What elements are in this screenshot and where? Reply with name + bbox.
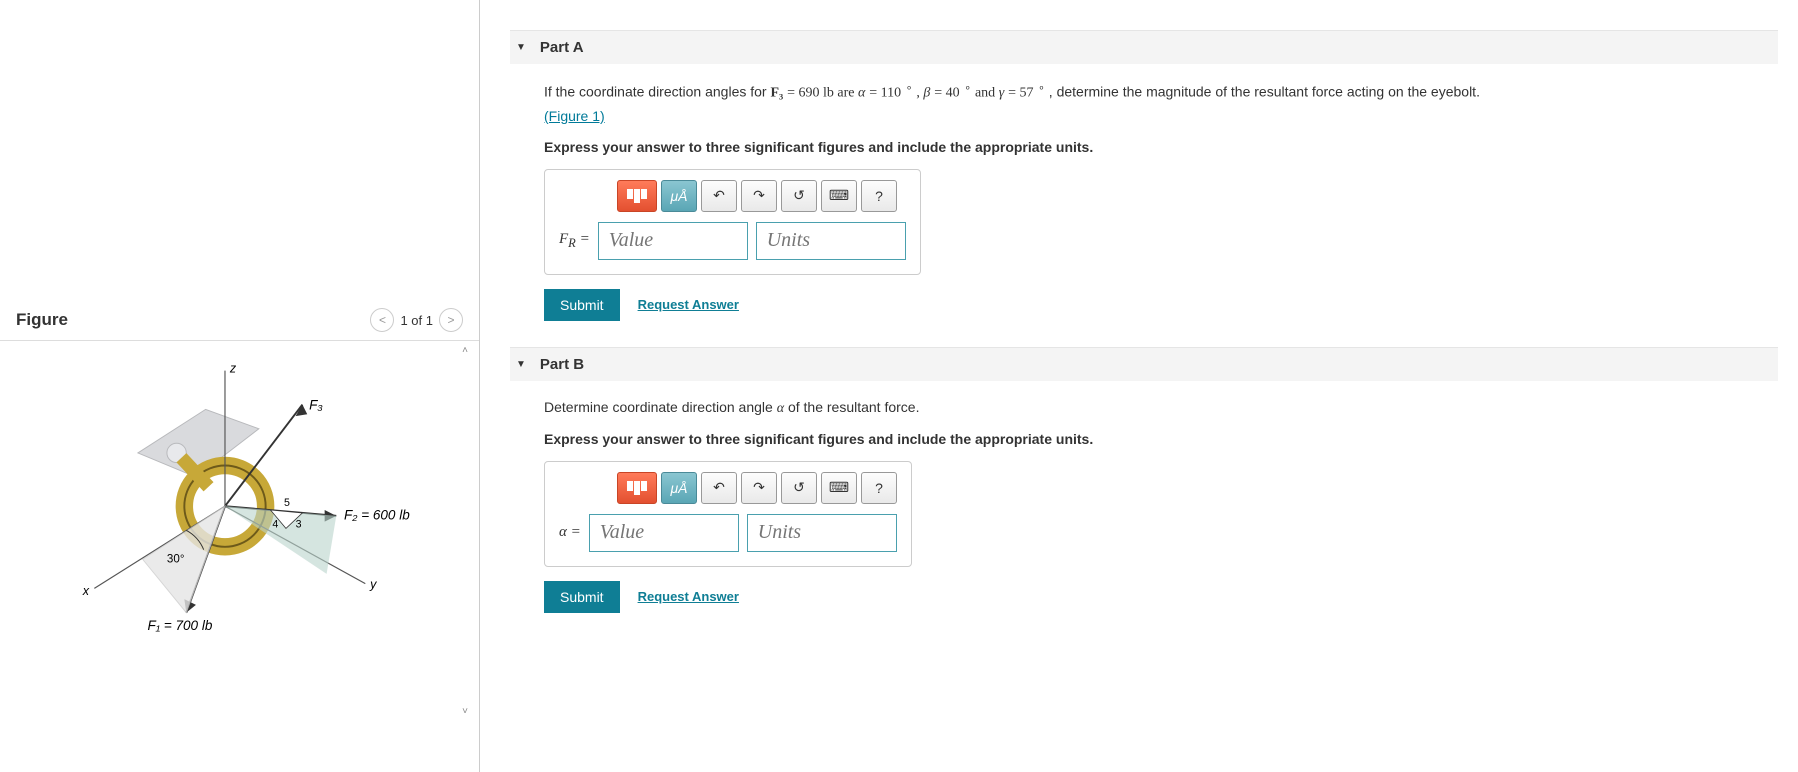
help-button[interactable]: ? (861, 180, 897, 212)
part-a-header[interactable]: ▼ Part A (510, 30, 1778, 64)
caret-down-icon: ▼ (516, 359, 526, 370)
help-button[interactable]: ? (861, 472, 897, 504)
figure-next-button[interactable]: > (439, 308, 463, 332)
figure-panel: Figure < 1 of 1 > z y (0, 0, 480, 772)
part-b: ▼ Part B Determine coordinate direction … (510, 347, 1778, 613)
part-b-title: Part B (540, 356, 584, 373)
figure-header: Figure < 1 of 1 > (0, 300, 479, 341)
figure-nav: < 1 of 1 > (370, 308, 463, 332)
part-a-answer-box: μÅ ↶ ↷ ↺ ⌨ ? FR = (544, 169, 921, 275)
part-b-toolbar: μÅ ↶ ↷ ↺ ⌨ ? (617, 472, 897, 504)
part-a-toolbar: μÅ ↶ ↷ ↺ ⌨ ? (617, 180, 906, 212)
units-symbol-button[interactable]: μÅ (661, 180, 697, 212)
figure-title: Figure (16, 310, 68, 330)
triangle-opp: 3 (296, 518, 302, 530)
figure-scrollbar[interactable]: ˄ ˅ (457, 341, 473, 721)
redo-button[interactable]: ↷ (741, 180, 777, 212)
undo-button[interactable]: ↶ (701, 472, 737, 504)
part-a-question: If the coordinate direction angles for F… (544, 80, 1778, 104)
keyboard-button[interactable]: ⌨ (821, 472, 857, 504)
part-b-request-answer-link[interactable]: Request Answer (638, 589, 739, 604)
reset-button[interactable]: ↺ (781, 472, 817, 504)
part-b-instruction: Express your answer to three significant… (544, 431, 1778, 447)
figure-body: z y x F₃ F₂ = 600 lb 5 4 3 (0, 341, 479, 721)
force-f3-label: F₃ (309, 397, 323, 412)
part-a-submit-button[interactable]: Submit (544, 289, 620, 321)
caret-down-icon: ▼ (516, 42, 526, 53)
scroll-up-icon[interactable]: ˄ (462, 345, 468, 356)
keyboard-button[interactable]: ⌨ (821, 180, 857, 212)
part-b-units-input[interactable] (747, 514, 897, 552)
part-a: ▼ Part A If the coordinate direction ang… (510, 30, 1778, 321)
figure-prev-button[interactable]: < (370, 308, 394, 332)
angle-30-label: 30° (167, 552, 185, 565)
units-symbol-button[interactable]: μÅ (661, 472, 697, 504)
figure-diagram: z y x F₃ F₂ = 600 lb 5 4 3 (20, 361, 459, 661)
part-a-title: Part A (540, 39, 584, 56)
part-b-value-input[interactable] (589, 514, 739, 552)
part-b-header[interactable]: ▼ Part B (510, 347, 1778, 381)
part-b-question: Determine coordinate direction angle α o… (544, 397, 1778, 419)
redo-button[interactable]: ↷ (741, 472, 777, 504)
reset-button[interactable]: ↺ (781, 180, 817, 212)
figure-counter: 1 of 1 (400, 313, 433, 328)
figure-1-link[interactable]: (Figure 1) (544, 108, 605, 124)
part-a-instruction: Express your answer to three significant… (544, 139, 1778, 155)
force-f2-label: F₂ = 600 lb (344, 508, 410, 523)
question-panel: ▼ Part A If the coordinate direction ang… (480, 0, 1798, 772)
undo-button[interactable]: ↶ (701, 180, 737, 212)
axis-z-label: z (229, 362, 237, 376)
part-b-answer-box: μÅ ↶ ↷ ↺ ⌨ ? α = (544, 461, 912, 567)
part-a-units-input[interactable] (756, 222, 906, 260)
axis-y-label: y (369, 577, 377, 591)
templates-button[interactable] (617, 472, 657, 504)
part-b-submit-button[interactable]: Submit (544, 581, 620, 613)
part-a-request-answer-link[interactable]: Request Answer (638, 297, 739, 312)
triangle-adj: 4 (272, 518, 278, 530)
part-a-value-input[interactable] (598, 222, 748, 260)
triangle-hyp: 5 (284, 497, 290, 509)
templates-button[interactable] (617, 180, 657, 212)
scroll-down-icon[interactable]: ˅ (462, 706, 468, 717)
part-b-var-label: α = (559, 524, 581, 541)
force-f1-label: F₁ = 700 lb (148, 618, 213, 633)
part-a-var-label: FR = (559, 231, 590, 251)
axis-x-label: x (82, 584, 90, 598)
